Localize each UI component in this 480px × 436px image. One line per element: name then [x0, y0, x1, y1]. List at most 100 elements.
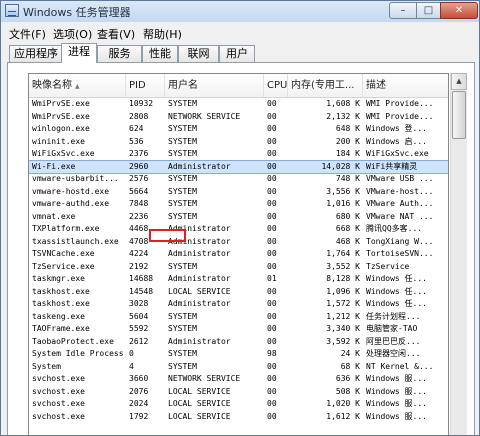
column-header-description[interactable]: 描述	[363, 74, 448, 97]
cell-pid: 2024	[129, 399, 149, 408]
cell-user: SYSTEM	[168, 174, 197, 183]
cell-name: taskhost.exe	[32, 286, 90, 296]
cell-cpu: 00	[267, 236, 277, 246]
cell-pid: 536	[129, 136, 144, 146]
table-row[interactable]: svchost.exe 1792 LOCAL SERVICE 00 1,612 K Win…	[29, 411, 448, 424]
cell-desc: TzService	[366, 261, 410, 271]
table-row[interactable]: vmware-hostd.exe 5664 SYSTEM 00 3,556 K VMwar…	[29, 186, 448, 199]
cell-name: taskhost.exe	[32, 299, 90, 308]
table-row[interactable]: vmware-usbarbit... 2576 SYSTEM 00 748 K VMwar…	[29, 173, 448, 186]
cell-user: LOCAL SERVICE	[168, 286, 231, 296]
cell-name: TXPlatform.exe	[32, 224, 100, 233]
tab-performance[interactable]: 性能	[142, 45, 178, 62]
cell-mem: 468 K	[335, 236, 360, 246]
cell-pid: 5664	[129, 186, 149, 196]
table-row[interactable]: taskmgr.exe 14688 Administrator 01 8,128 K Wi…	[29, 273, 448, 286]
cell-desc: WiFiGxSvc.exe	[366, 149, 429, 158]
column-header-pid[interactable]: PID	[126, 74, 165, 97]
table-row[interactable]: TzService.exe 2192 SYSTEM 00 3,552 K TzServic…	[29, 261, 448, 274]
arrow-up-icon[interactable]: ▲	[451, 73, 467, 90]
table-row[interactable]: Wi-Fi.exe 2960 Administrator 00 14,028 K WiFi…	[29, 159, 448, 174]
cell-user: LOCAL SERVICE	[168, 386, 231, 396]
cell-mem: 68 K	[340, 361, 360, 371]
table-row[interactable]: System 4 SYSTEM 00 68 K NT Kernel &...	[29, 361, 448, 374]
table-row[interactable]: svchost.exe 2076 LOCAL SERVICE 00 508 K Windo…	[29, 386, 448, 399]
tab-services[interactable]: 服务	[97, 45, 142, 62]
cell-pid: 4	[129, 361, 134, 371]
cell-name: TSVNCache.exe	[32, 249, 95, 258]
cell-mem: 24 K	[340, 349, 360, 358]
sort-ascending-icon: ▲	[75, 83, 80, 90]
cell-pid: 2076	[129, 386, 149, 396]
minimize-button[interactable]: –	[389, 2, 417, 19]
table-row[interactable]: svchost.exe 2024 LOCAL SERVICE 00 1,020 K Win…	[29, 398, 448, 411]
cell-cpu: 00	[267, 361, 277, 371]
cell-desc: Windows 登...	[366, 124, 427, 133]
table-row[interactable]: WiFiGxSvc.exe 2376 SYSTEM 00 184 K WiFiGxSvc.…	[29, 148, 448, 161]
table-row[interactable]: taskhost.exe 3028 Administrator 00 1,572 K Wi…	[29, 298, 448, 311]
cell-pid: 4224	[129, 249, 149, 258]
tab-processes[interactable]: 进程	[61, 43, 97, 63]
cell-mem: 200 K	[335, 136, 360, 146]
column-header-image-name[interactable]: 映像名称 ▲	[29, 74, 126, 97]
maximize-button[interactable]: □	[416, 2, 441, 19]
table-row[interactable]: vmware-authd.exe 7848 SYSTEM 00 1,016 K VMwar…	[29, 198, 448, 211]
menu-file[interactable]: 文件(F)	[9, 26, 46, 42]
cell-cpu: 00	[267, 186, 277, 196]
cell-name: wininit.exe	[32, 136, 85, 146]
table-row[interactable]: TaobaoProtect.exe 2612 Administrator 00 3,59…	[29, 336, 448, 349]
table-row[interactable]: taskeng.exe 5604 SYSTEM 00 1,212 K 任务计划程...	[29, 311, 448, 324]
column-header-cpu[interactable]: CPU	[264, 74, 288, 97]
cell-cpu: 00	[267, 311, 277, 321]
cell-cpu: 00	[267, 111, 277, 121]
tab-applications[interactable]: 应用程序	[9, 45, 63, 62]
cell-cpu: 00	[267, 99, 277, 108]
cell-mem: 3,592 K	[326, 336, 360, 346]
cell-mem: 668 K	[335, 224, 360, 233]
scrollbar-thumb[interactable]	[452, 91, 466, 139]
table-row[interactable]: TSVNCache.exe 4224 Administrator 00 1,764 K T…	[29, 248, 448, 261]
cell-user: SYSTEM	[168, 136, 197, 146]
title-bar[interactable]: Windows 任务管理器 – □ ✕	[1, 1, 479, 22]
process-list: 映像名称 ▲ PID 用户名 CPU 内存(专用工... 描述 WmiPrvSE.…	[28, 73, 449, 435]
cell-user: SYSTEM	[168, 311, 197, 321]
menu-help[interactable]: 帮助(H)	[143, 26, 182, 42]
cell-desc: 腾讯QQ多客...	[366, 224, 423, 233]
table-row[interactable]: System Idle Process 0 SYSTEM 98 24 K 处理器空闲...	[29, 348, 448, 361]
cell-mem: 3,340 K	[326, 324, 360, 333]
table-row[interactable]: svchost.exe 3660 NETWORK SERVICE 00 636 K Win…	[29, 373, 448, 386]
cell-pid: 5604	[129, 311, 149, 321]
cell-desc: VMware NAT ...	[366, 211, 434, 221]
table-row[interactable]: TXPlatform.exe 4468 Administrator 00 668 K 腾讯…	[29, 223, 448, 236]
table-row[interactable]: WmiPrvSE.exe 2808 NETWORK SERVICE 00 2,132 K…	[29, 111, 448, 124]
table-row[interactable]: txassistlaunch.exe 4708 Administrator 00 468…	[29, 236, 448, 249]
cell-pid: 14548	[129, 286, 154, 296]
tab-users[interactable]: 用户	[219, 45, 255, 62]
table-row[interactable]: WmiPrvSE.exe 10932 SYSTEM 00 1,608 K WMI Prov…	[29, 98, 448, 111]
column-header-memory[interactable]: 内存(专用工...	[288, 74, 363, 97]
cell-user: Administrator	[168, 274, 231, 283]
cell-pid: 14688	[129, 274, 154, 283]
cell-cpu: 00	[267, 324, 277, 333]
table-row[interactable]: taskhost.exe 14548 LOCAL SERVICE 00 1,096 K W…	[29, 286, 448, 299]
cell-name: winlogon.exe	[32, 124, 90, 133]
table-row[interactable]: wininit.exe 536 SYSTEM 00 200 K Windows 启...	[29, 136, 448, 149]
table-row[interactable]: TAOFrame.exe 5592 SYSTEM 00 3,340 K 电脑管家-TAO	[29, 323, 448, 336]
task-manager-window: Windows 任务管理器 – □ ✕ 文件(F) 选项(O) 查看(V) 帮助…	[0, 0, 480, 436]
menu-options[interactable]: 选项(O)	[53, 26, 92, 42]
cell-user: SYSTEM	[168, 149, 197, 158]
vertical-scrollbar[interactable]: ▲	[450, 73, 467, 435]
close-button[interactable]: ✕	[440, 2, 478, 19]
cell-cpu: 00	[267, 224, 277, 233]
window-title: Windows 任务管理器	[23, 6, 131, 19]
cell-desc: VMware USB ...	[366, 174, 434, 183]
column-header-user[interactable]: 用户名	[165, 74, 264, 97]
menu-view[interactable]: 查看(V)	[97, 26, 135, 42]
table-row[interactable]: vmnat.exe 2236 SYSTEM 00 680 K VMware NAT ...	[29, 211, 448, 224]
cell-desc: WMI Provide...	[366, 99, 434, 108]
cell-name: svchost.exe	[32, 411, 85, 421]
table-row[interactable]: winlogon.exe 624 SYSTEM 00 648 K Windows 登...	[29, 123, 448, 136]
tab-networking[interactable]: 联网	[178, 45, 219, 62]
cell-mem: 636 K	[335, 374, 360, 383]
cell-cpu: 00	[267, 149, 277, 158]
